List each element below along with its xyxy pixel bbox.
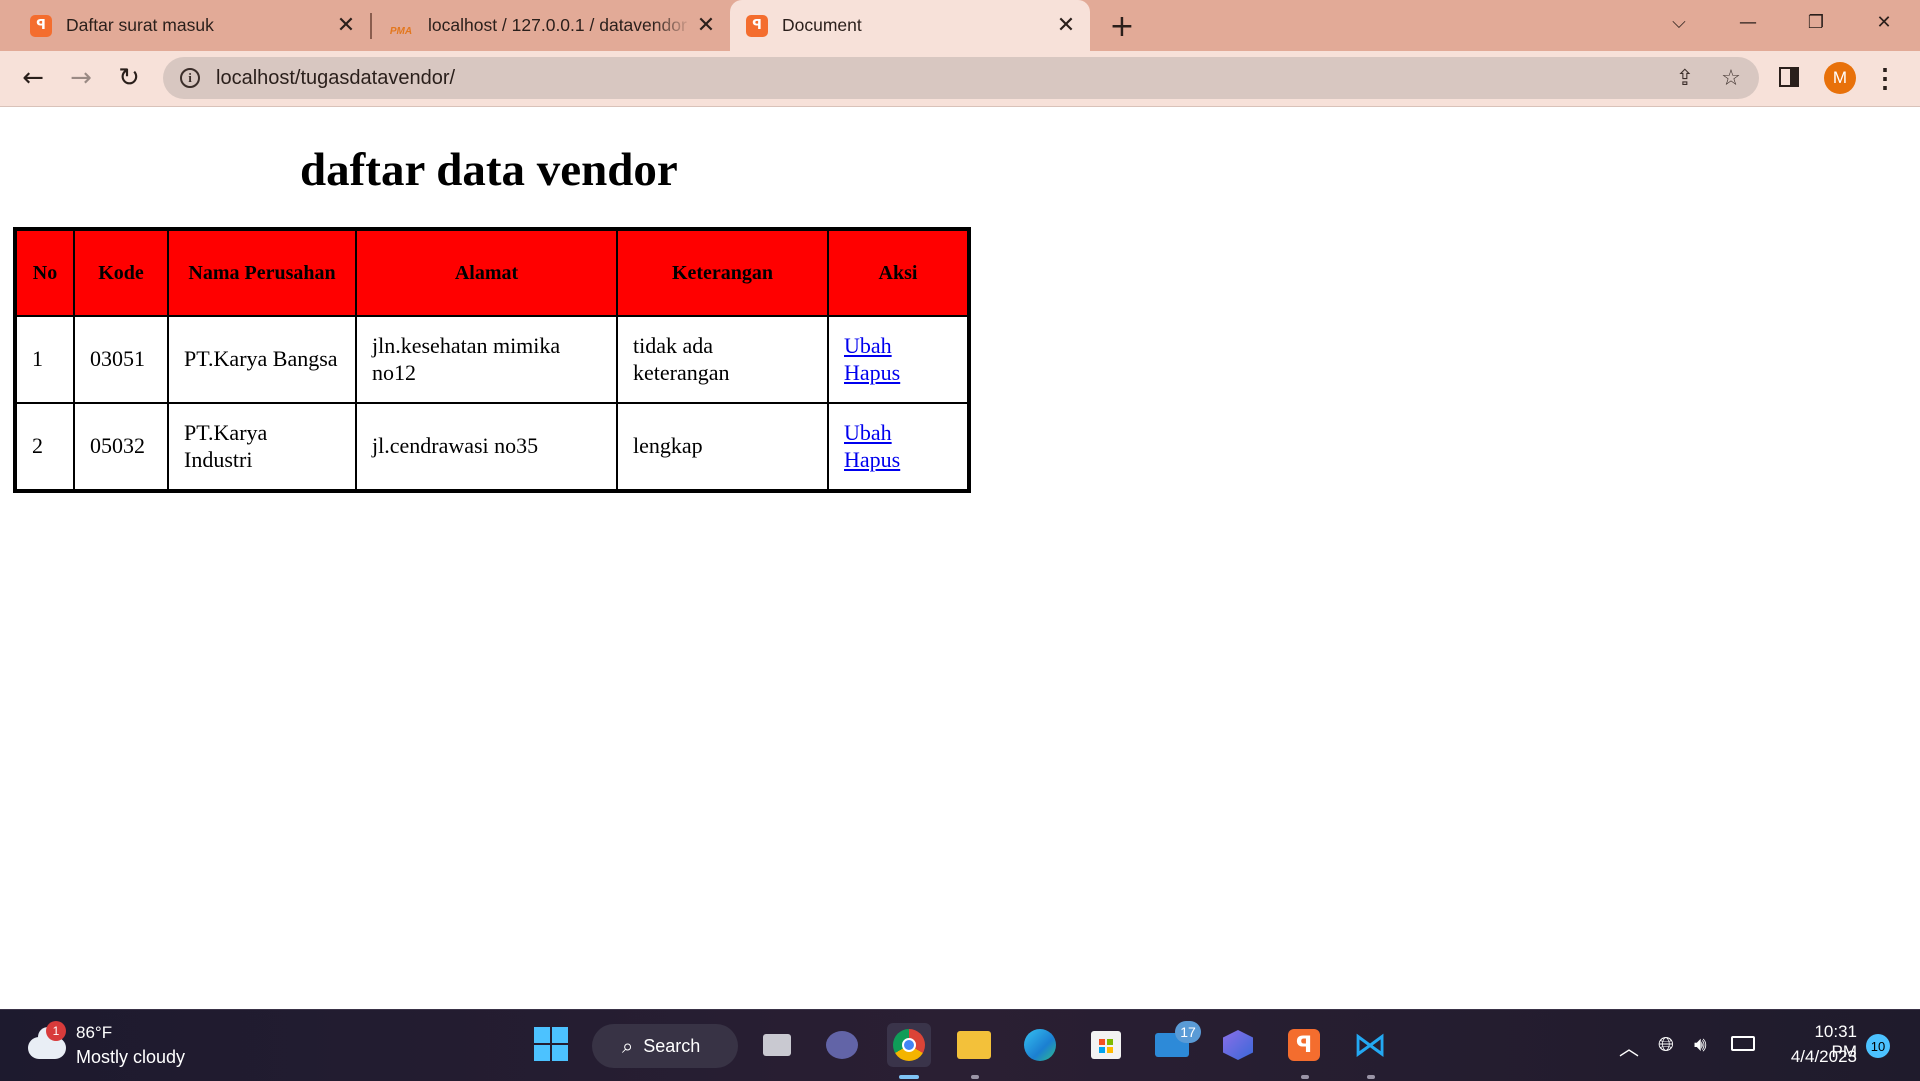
cell-nama: PT.Karya Industri: [169, 404, 357, 489]
reload-button[interactable]: ↻: [110, 59, 148, 97]
page-content: daftar data vendor No Kode Nama Perusaha…: [0, 107, 1920, 1009]
cell-keterangan: lengkap: [618, 404, 829, 489]
browser-tabstrip: ꟼ Daftar surat masuk ✕ PMA localhost / 1…: [0, 0, 1920, 51]
column-header-alamat: Alamat: [357, 231, 618, 317]
xampp-icon: ꟼ: [30, 14, 52, 37]
share-icon[interactable]: ⇪: [1667, 60, 1703, 96]
bookmark-star-icon[interactable]: ☆: [1713, 60, 1749, 96]
tab-document[interactable]: ꟼ Document ✕: [730, 0, 1090, 51]
close-icon[interactable]: ✕: [692, 12, 720, 40]
file-explorer-icon[interactable]: [952, 1023, 996, 1067]
back-button[interactable]: ←: [14, 59, 52, 97]
cell-kode: 03051: [75, 317, 169, 404]
restore-button[interactable]: ❐: [1788, 0, 1844, 44]
cell-no: 2: [17, 404, 75, 489]
tab-phpmyadmin[interactable]: PMA localhost / 127.0.0.1 / datavendor ✕: [372, 0, 730, 51]
tab-search-chevron-icon[interactable]: ⌵: [1651, 0, 1707, 44]
network-globe-icon[interactable]: 🌐︎: [1658, 1032, 1674, 1056]
minimize-button[interactable]: —: [1720, 0, 1776, 44]
xampp-icon: ꟼ: [746, 14, 768, 37]
cell-keterangan: tidak ada keterangan: [618, 317, 829, 404]
vendor-table: No Kode Nama Perusahan Alamat Keterangan…: [13, 227, 971, 493]
cell-alamat: jl.cendrawasi no35: [357, 404, 618, 489]
forward-button[interactable]: →: [62, 59, 100, 97]
weather-temperature: 86°F: [76, 1023, 113, 1042]
vscode-icon[interactable]: ⋈: [1348, 1023, 1392, 1067]
running-indicator: [971, 1075, 979, 1079]
info-icon[interactable]: i: [180, 68, 200, 88]
weather-description: Mostly cloudy: [76, 1047, 186, 1067]
page-title: daftar data vendor: [300, 144, 678, 196]
tab-title: localhost / 127.0.0.1 / datavendor: [428, 15, 687, 35]
column-header-aksi: Aksi: [829, 231, 967, 317]
cell-no: 1: [17, 317, 75, 404]
battery-icon[interactable]: [1731, 1036, 1755, 1051]
close-icon[interactable]: ✕: [1052, 12, 1080, 40]
ubah-link[interactable]: Ubah: [844, 333, 952, 359]
cloud-icon: [28, 1027, 66, 1059]
chevron-up-icon[interactable]: ︿: [1619, 1032, 1639, 1061]
clock-date[interactable]: 4/4/2023: [1775, 1047, 1857, 1067]
power-automate-icon[interactable]: [1216, 1023, 1260, 1067]
browser-toolbar: ← → ↻ i localhost/tugasdatavendor/ ⇪ ☆ M…: [0, 51, 1920, 107]
search-icon: ⌕: [622, 1034, 634, 1058]
mail-unread-badge: 17: [1175, 1021, 1201, 1043]
close-icon[interactable]: ✕: [332, 12, 360, 40]
tab-daftar-surat-masuk[interactable]: ꟼ Daftar surat masuk ✕: [14, 0, 370, 51]
tab-title: Document: [782, 15, 862, 35]
ubah-link[interactable]: Ubah: [844, 420, 952, 446]
table-header-row: No Kode Nama Perusahan Alamat Keterangan…: [17, 231, 967, 317]
address-bar[interactable]: i localhost/tugasdatavendor/ ⇪ ☆: [163, 57, 1759, 99]
cell-alamat: jln.kesehatan mimika no12: [357, 317, 618, 404]
column-header-nama-perusahan: Nama Perusahan: [169, 231, 357, 317]
chrome-icon[interactable]: [887, 1023, 931, 1067]
cell-aksi: Ubah Hapus: [829, 317, 967, 404]
new-tab-button[interactable]: +: [1105, 9, 1139, 44]
cell-aksi: Ubah Hapus: [829, 404, 967, 489]
teams-chat-icon[interactable]: [820, 1023, 864, 1067]
column-header-kode: Kode: [75, 231, 169, 317]
side-panel-icon[interactable]: [1779, 67, 1799, 87]
tab-title: Daftar surat masuk: [66, 15, 214, 35]
browser-menu-icon[interactable]: ⋮: [1872, 61, 1898, 95]
hapus-link[interactable]: Hapus: [844, 360, 952, 386]
table-row: 2 05032 PT.Karya Industri jl.cendrawasi …: [17, 404, 967, 489]
close-window-button[interactable]: ✕: [1856, 0, 1912, 44]
url-text[interactable]: localhost/tugasdatavendor/: [216, 67, 1667, 90]
table-row: 1 03051 PT.Karya Bangsa jln.kesehatan mi…: [17, 317, 967, 404]
phpmyadmin-icon: PMA: [389, 25, 413, 37]
search-label: Search: [643, 1035, 701, 1056]
active-app-indicator: [899, 1075, 919, 1079]
xampp-taskbar-icon[interactable]: ꟼ: [1282, 1023, 1326, 1067]
profile-avatar[interactable]: M: [1824, 62, 1856, 94]
hapus-link[interactable]: Hapus: [844, 447, 952, 473]
windows-taskbar: 1 86°F Mostly cloudy ⌕ Search 17 ꟼ ⋈ ︿ 🌐…: [0, 1009, 1920, 1081]
taskbar-search[interactable]: ⌕ Search: [592, 1024, 738, 1068]
task-view-icon[interactable]: [755, 1023, 799, 1067]
volume-icon[interactable]: 🔊︎: [1694, 1032, 1707, 1056]
microsoft-store-icon[interactable]: [1084, 1023, 1128, 1067]
cell-nama: PT.Karya Bangsa: [169, 317, 357, 404]
notification-count-badge[interactable]: 10: [1866, 1034, 1890, 1058]
running-indicator: [1367, 1075, 1375, 1079]
edge-icon[interactable]: [1018, 1023, 1062, 1067]
running-indicator: [1301, 1075, 1309, 1079]
weather-alert-badge: 1: [46, 1021, 66, 1041]
cell-kode: 05032: [75, 404, 169, 489]
column-header-no: No: [17, 231, 75, 317]
start-button[interactable]: [530, 1023, 574, 1067]
column-header-keterangan: Keterangan: [618, 231, 829, 317]
